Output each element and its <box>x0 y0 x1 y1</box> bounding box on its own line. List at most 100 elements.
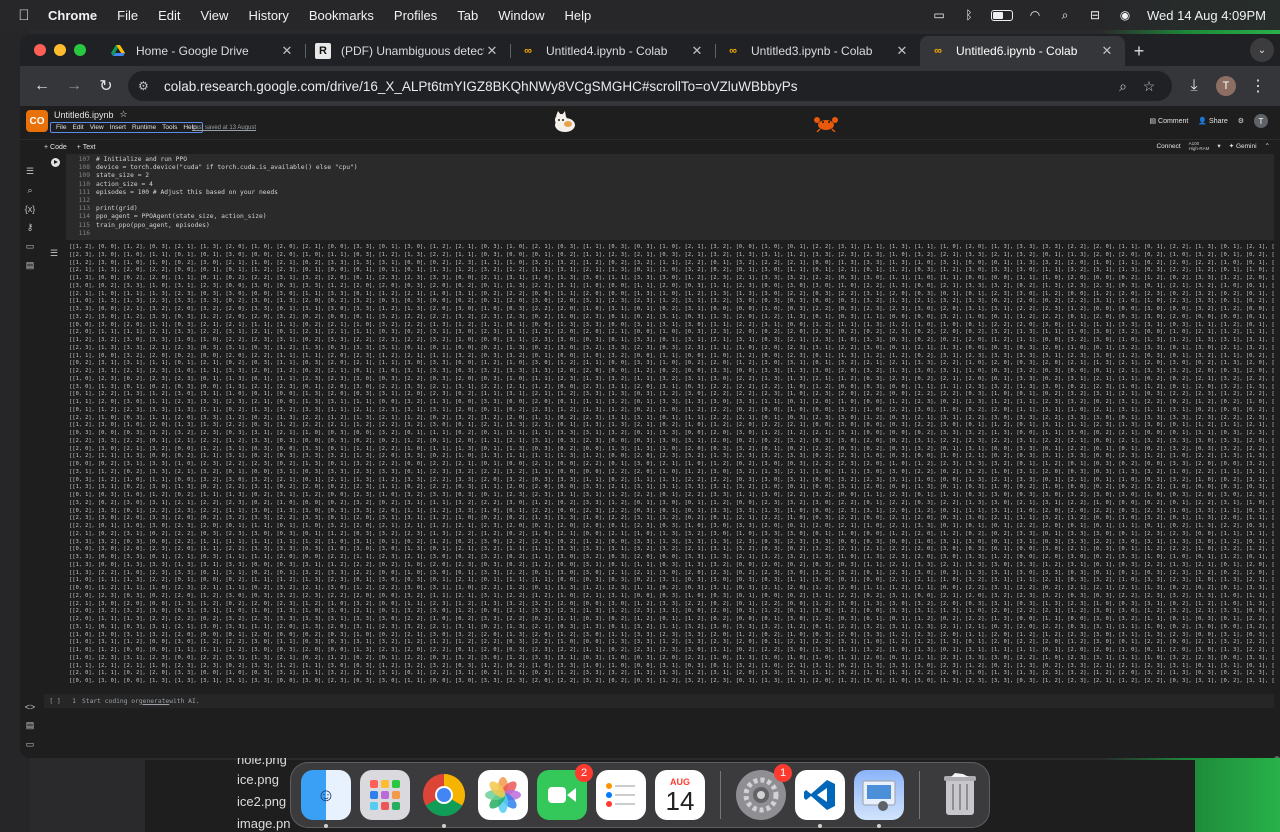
file-item[interactable]: image.pn <box>237 816 290 831</box>
table-of-contents-icon[interactable]: ☰ <box>26 166 34 177</box>
colab-menu-insert[interactable]: Insert <box>107 124 129 131</box>
colab-menu-file[interactable]: File <box>53 124 69 131</box>
generate-link[interactable]: generate <box>139 698 169 705</box>
search-icon[interactable]: ⌕ <box>1057 8 1073 22</box>
reminders-icon[interactable] <box>596 770 646 820</box>
researchgate-icon: R <box>315 43 331 59</box>
preview-icon[interactable] <box>854 770 904 828</box>
tab-google-drive[interactable]: Home - Google Drive ✕ <box>100 36 305 66</box>
output-menu-icon[interactable]: ☰ <box>50 248 58 259</box>
forward-button[interactable]: → <box>60 72 88 100</box>
code-cell[interactable]: 107 # Initialize and run PPO 108 device = … <box>44 154 1274 240</box>
colab-menu-view[interactable]: View <box>87 124 107 131</box>
control-center-icon[interactable]: ⊟ <box>1087 8 1103 22</box>
back-button[interactable]: ← <box>28 72 56 100</box>
colab-menu-edit[interactable]: Edit <box>69 124 86 131</box>
menu-file[interactable]: File <box>107 8 148 23</box>
site-info-icon[interactable]: ⚙ <box>138 79 154 93</box>
downloads-icon[interactable]: ⤓ <box>1180 72 1208 100</box>
star-icon[interactable]: ☆ <box>120 109 128 120</box>
close-tab-icon[interactable]: ✕ <box>689 43 705 59</box>
menu-help[interactable]: Help <box>555 8 602 23</box>
menu-clock[interactable]: Wed 14 Aug 4:09PM <box>1147 8 1266 23</box>
menu-edit[interactable]: Edit <box>148 8 190 23</box>
add-text-button[interactable]: + Text <box>77 144 96 151</box>
collapse-chevron-icon[interactable]: ⌃ <box>1265 142 1270 150</box>
menu-bookmarks[interactable]: Bookmarks <box>299 8 384 23</box>
wifi-icon[interactable]: ◠ <box>1027 8 1043 22</box>
close-tab-icon[interactable]: ✕ <box>894 43 910 59</box>
gemini-button[interactable]: ✦ Gemini <box>1229 142 1257 150</box>
chrome-menu-icon[interactable]: ⋮ <box>1244 72 1272 100</box>
close-tab-icon[interactable]: ✕ <box>279 43 295 59</box>
line-number: 114 <box>78 213 90 221</box>
close-tab-icon[interactable]: ✕ <box>484 43 500 59</box>
crab-pet-icon[interactable] <box>813 112 839 134</box>
reload-button[interactable]: ↻ <box>92 72 120 100</box>
last-saved-link[interactable]: Last saved at 13 August <box>192 125 256 131</box>
siri-icon[interactable]: ◉ <box>1117 8 1133 22</box>
trash-icon[interactable] <box>935 770 985 820</box>
menu-window[interactable]: Window <box>488 8 554 23</box>
tab-untitled4[interactable]: ∞ Untitled4.ipynb - Colab ✕ <box>510 36 715 66</box>
connect-button[interactable]: Connect <box>1156 143 1180 150</box>
system-settings-icon[interactable]: 1 <box>736 764 792 820</box>
close-tab-icon[interactable]: ✕ <box>1099 43 1115 59</box>
empty-code-cell[interactable]: [ ] 1 Start coding or generate with AI. <box>44 694 1274 708</box>
vertical-scrollbar[interactable] <box>1274 756 1280 758</box>
close-window-button[interactable] <box>34 44 46 56</box>
comment-button[interactable]: ▤ Comment <box>1149 117 1188 125</box>
command-palette-icon[interactable]: ▤ <box>26 720 35 731</box>
code-editor[interactable]: 107 # Initialize and run PPO 108 device = … <box>66 154 1274 240</box>
colab-menu-tools[interactable]: Tools <box>159 124 180 131</box>
minimize-window-button[interactable] <box>54 44 66 56</box>
search-icon[interactable]: ⌕ <box>27 185 32 196</box>
facetime-icon[interactable]: 2 <box>537 764 593 820</box>
add-code-button[interactable]: + Code <box>44 144 67 151</box>
menu-tab[interactable]: Tab <box>447 8 488 23</box>
bluetooth-icon[interactable]: ᛒ <box>961 8 977 22</box>
calendar-icon[interactable]: AUG 14 <box>655 770 705 820</box>
bookmark-star-icon[interactable]: ☆ <box>1136 78 1162 95</box>
file-item[interactable]: ice.png <box>237 772 279 787</box>
apple-icon[interactable]:  <box>0 7 48 24</box>
zoom-icon[interactable]: ⌕ <box>1110 78 1136 95</box>
menu-history[interactable]: History <box>238 8 298 23</box>
tab-untitled6[interactable]: ∞ Untitled6.ipynb - Colab ✕ <box>920 36 1125 66</box>
run-cell-button[interactable] <box>51 158 60 167</box>
profile-avatar[interactable]: T <box>1216 76 1236 96</box>
file-item[interactable]: ice2.png <box>237 794 286 809</box>
url-text[interactable]: colab.research.google.com/drive/16_X_ALP… <box>164 79 1110 94</box>
terminal-icon[interactable]: ▤ <box>26 260 35 271</box>
new-tab-button[interactable]: + <box>1125 36 1153 66</box>
tab-researchgate-pdf[interactable]: R (PDF) Unambiguous detectio ✕ <box>305 36 510 66</box>
menu-app-name[interactable]: Chrome <box>48 8 107 23</box>
menu-profiles[interactable]: Profiles <box>384 8 447 23</box>
cat-pet-icon[interactable] <box>550 108 580 136</box>
runtime-indicator[interactable]: A100 High-RAM <box>1189 141 1210 151</box>
runtime-dropdown-chevron-icon[interactable]: ▾ <box>1217 142 1220 150</box>
launchpad-icon[interactable] <box>360 770 410 820</box>
terminal-bottom-icon[interactable]: ▭ <box>26 739 35 750</box>
chrome-icon[interactable] <box>419 770 469 828</box>
battery-icon[interactable] <box>990 9 1013 21</box>
secrets-key-icon[interactable]: ⚷ <box>27 222 34 233</box>
settings-gear-icon[interactable]: ⚙ <box>1238 117 1244 125</box>
tab-search-chevron-icon[interactable]: ⌄ <box>1250 38 1274 62</box>
notebook-name[interactable]: Untitled6.ipynb <box>54 110 114 120</box>
tab-untitled3[interactable]: ∞ Untitled3.ipynb - Colab ✕ <box>715 36 920 66</box>
display-icon[interactable]: ▭ <box>931 8 947 22</box>
address-bar[interactable]: ⚙ colab.research.google.com/drive/16_X_A… <box>128 71 1172 101</box>
files-folder-icon[interactable]: ▭ <box>26 241 35 252</box>
vscode-icon[interactable] <box>795 770 845 828</box>
finder-icon[interactable]: ☺ <box>301 770 351 828</box>
user-avatar[interactable]: T <box>1254 114 1268 128</box>
variables-icon[interactable]: {x} <box>25 204 36 214</box>
code-snippets-icon[interactable]: <> <box>25 702 36 712</box>
fullscreen-window-button[interactable] <box>74 44 86 56</box>
menu-view[interactable]: View <box>190 8 238 23</box>
share-button[interactable]: 👤 Share <box>1198 117 1227 125</box>
colab-logo-icon[interactable]: CO <box>26 110 48 132</box>
colab-menu-runtime[interactable]: Runtime <box>129 124 159 131</box>
photos-icon[interactable] <box>478 770 528 820</box>
